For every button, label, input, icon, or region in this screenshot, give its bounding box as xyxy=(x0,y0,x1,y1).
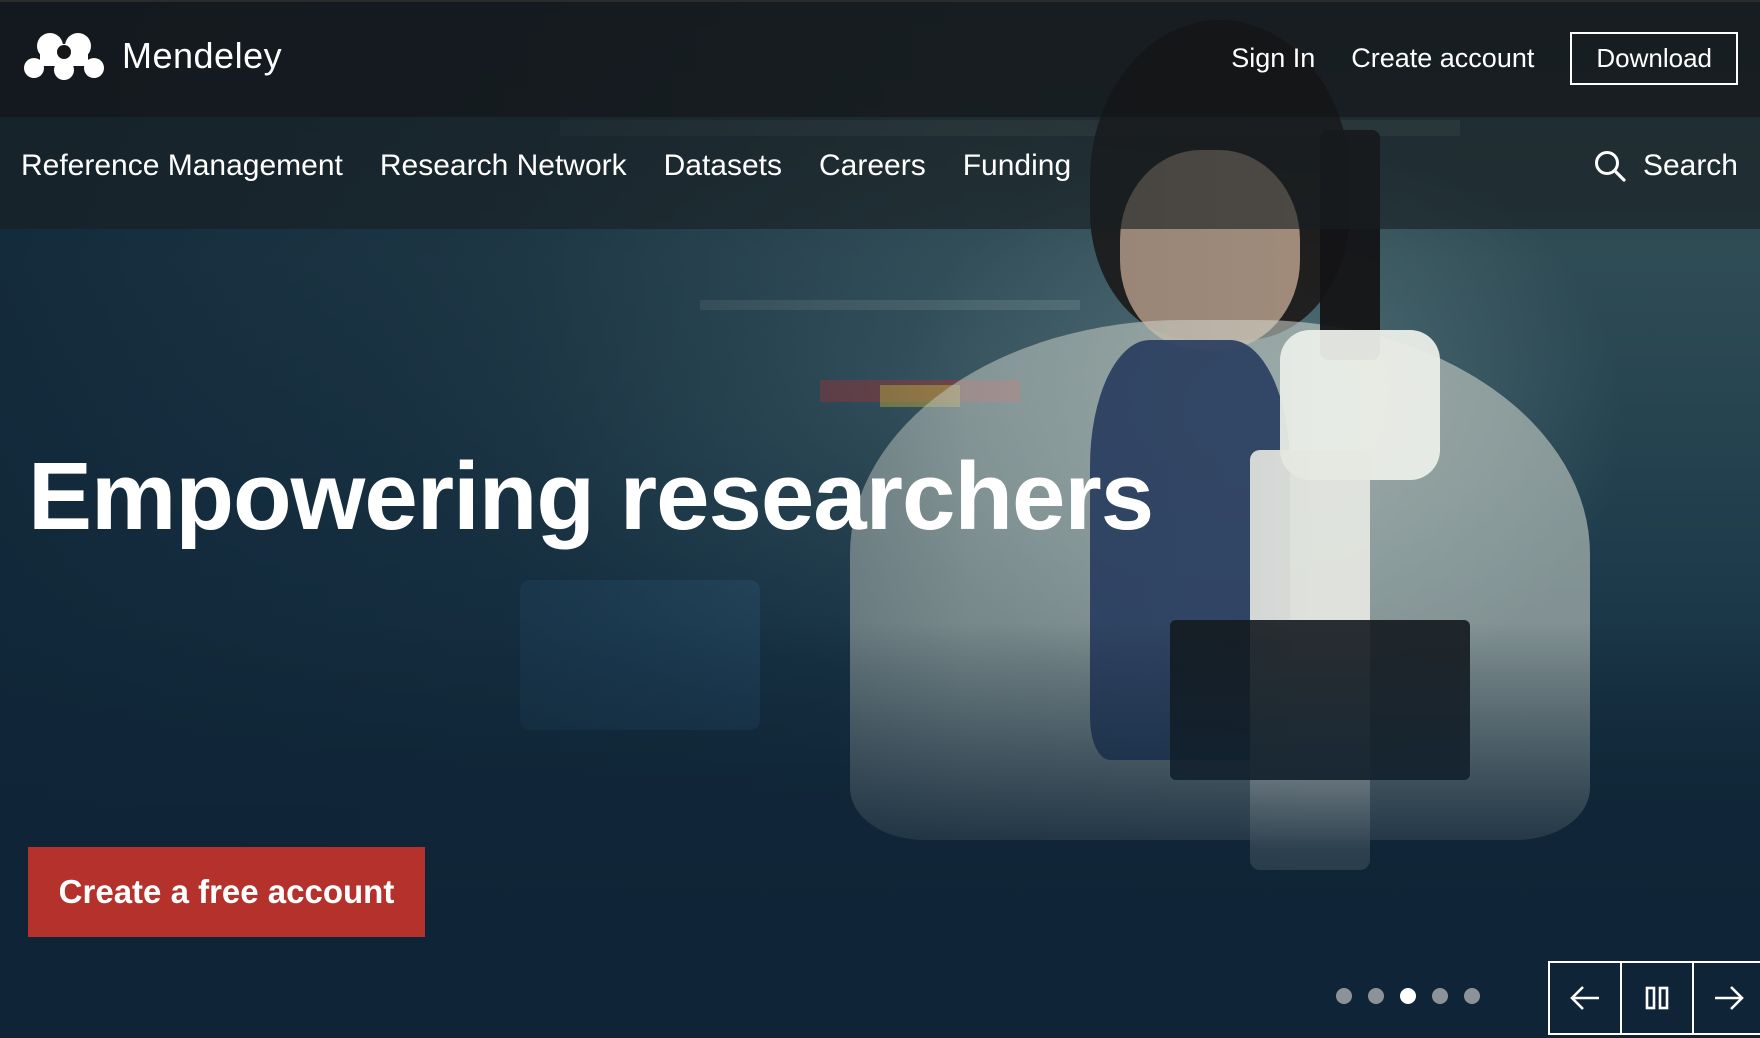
account-links: Sign In Create account Download xyxy=(1231,32,1738,85)
create-free-account-button[interactable]: Create a free account xyxy=(28,847,425,937)
nav-item-datasets[interactable]: Datasets xyxy=(664,149,782,183)
mendeley-homepage: Mendeley Sign In Create account Download… xyxy=(0,0,1760,1038)
carousel-previous-button[interactable] xyxy=(1548,961,1622,1035)
carousel-dot[interactable] xyxy=(1336,988,1352,1004)
nav-item-reference-management[interactable]: Reference Management xyxy=(21,149,343,183)
nav-item-careers[interactable]: Careers xyxy=(819,149,926,183)
arrow-left-icon xyxy=(1570,986,1599,1010)
search-icon xyxy=(1594,151,1626,182)
carousel-indicators xyxy=(1336,988,1480,1004)
carousel-dot[interactable] xyxy=(1464,988,1480,1004)
search-label: Search xyxy=(1642,149,1738,182)
nav-item-research-network[interactable]: Research Network xyxy=(380,149,627,183)
mendeley-logo-icon xyxy=(24,33,104,80)
carousel-dot-active[interactable] xyxy=(1400,988,1416,1004)
search-button[interactable]: Search xyxy=(1593,149,1738,183)
arrow-right-icon xyxy=(1715,986,1744,1010)
brand-name: Mendeley xyxy=(122,35,283,76)
download-button[interactable]: Download xyxy=(1570,32,1738,85)
nav-items: Reference Management Research Network Da… xyxy=(21,149,1108,183)
carousel-dot[interactable] xyxy=(1368,988,1384,1004)
brand-logo[interactable]: Mendeley xyxy=(20,30,282,82)
hero-headline: Empowering researchers xyxy=(28,443,1154,551)
pause-icon xyxy=(1645,986,1669,1010)
nav-item-funding[interactable]: Funding xyxy=(963,149,1071,183)
create-account-link[interactable]: Create account xyxy=(1351,43,1534,74)
carousel-pause-button[interactable] xyxy=(1620,961,1694,1035)
carousel-controls xyxy=(1548,961,1760,1035)
top-bar: Mendeley Sign In Create account Download xyxy=(0,0,1760,117)
sign-in-link[interactable]: Sign In xyxy=(1231,43,1315,74)
carousel-next-button[interactable] xyxy=(1692,961,1760,1035)
main-navigation: Reference Management Research Network Da… xyxy=(0,117,1760,229)
carousel-dot[interactable] xyxy=(1432,988,1448,1004)
